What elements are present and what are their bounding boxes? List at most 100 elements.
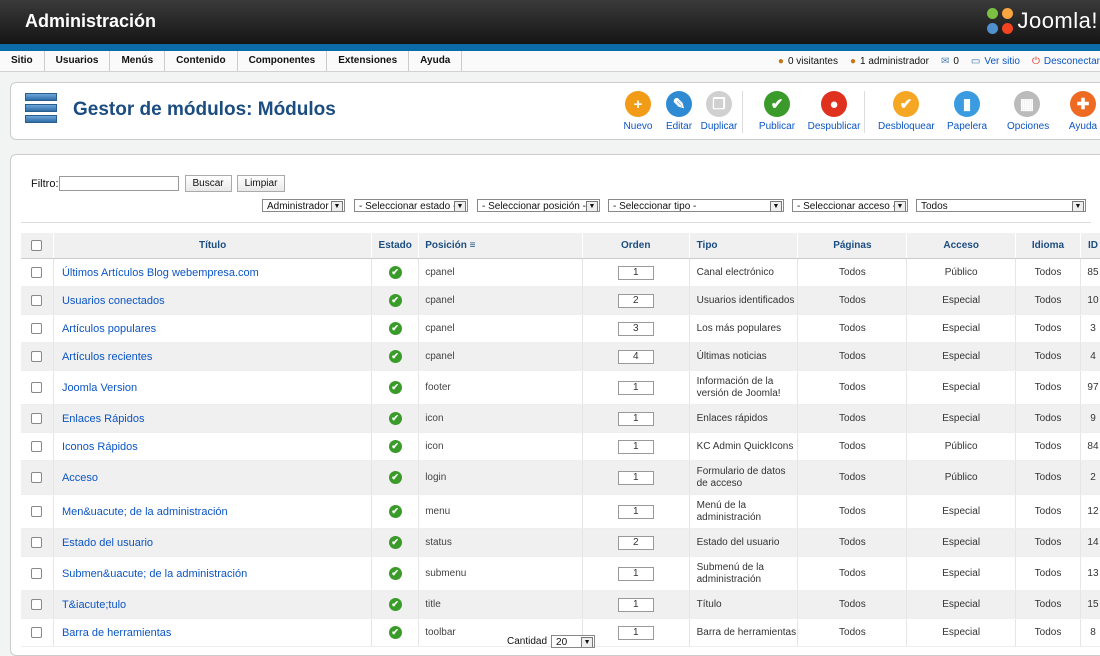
table-row[interactable]: Enlaces Rápidos ✔ icon 1 Enlaces rápidos Todo…: [21, 404, 1100, 433]
row-checkbox[interactable]: [31, 441, 43, 452]
table-row[interactable]: Últimos Artículos Blog webempresa.com ✔ cp…: [21, 258, 1100, 287]
order-input[interactable]: 2: [617, 535, 654, 550]
module-title-link[interactable]: Submen&uacute; de la administración: [55, 568, 247, 580]
row-checkbox[interactable]: [31, 568, 43, 579]
order-input[interactable]: 1: [617, 597, 654, 612]
col-position[interactable]: Posición ≡: [418, 233, 583, 259]
col-language[interactable]: Idioma: [1015, 233, 1081, 259]
table-row[interactable]: Artículos populares ✔ cpanel 3 Los más popul…: [21, 314, 1100, 343]
row-checkbox[interactable]: [31, 537, 43, 548]
row-checkbox[interactable]: [31, 599, 43, 610]
menu-item-0[interactable]: Sitio: [0, 51, 45, 71]
toolbar-opciones-button[interactable]: ▦ Opciones: [1007, 91, 1049, 132]
menu-item-3[interactable]: Contenido: [165, 51, 238, 71]
toolbar-nuevo-button[interactable]: + Nuevo: [618, 91, 658, 132]
module-title-link[interactable]: Usuarios conectados: [55, 295, 165, 307]
toolbar-publicar-button[interactable]: ✔ Publicar: [757, 91, 797, 132]
filter-select-5[interactable]: Todos ▼: [916, 199, 1086, 212]
published-icon[interactable]: ✔: [388, 266, 402, 279]
row-checkbox[interactable]: [31, 506, 43, 517]
module-title-link[interactable]: Iconos Rápidos: [55, 441, 138, 453]
row-checkbox[interactable]: [31, 295, 43, 306]
published-icon[interactable]: ✔: [388, 322, 402, 335]
col-pages[interactable]: Páginas: [797, 233, 908, 259]
module-title-link[interactable]: Artículos populares: [55, 323, 156, 335]
order-input[interactable]: 1: [617, 411, 654, 426]
row-checkbox[interactable]: [31, 323, 43, 334]
toolbar-papelera-button[interactable]: ▮ Papelera: [947, 91, 987, 132]
order-input[interactable]: 3: [617, 321, 654, 336]
filter-select-2[interactable]: - Seleccionar posición - ▼: [477, 199, 600, 212]
menu-item-1[interactable]: Usuarios: [45, 51, 111, 71]
filter-select-3[interactable]: - Seleccionar tipo - ▼: [608, 199, 784, 212]
published-icon[interactable]: ✔: [388, 567, 402, 580]
module-title-link[interactable]: Estado del usuario: [55, 537, 153, 549]
published-icon[interactable]: ✔: [388, 412, 402, 425]
order-input[interactable]: 1: [617, 504, 654, 519]
published-icon[interactable]: ✔: [388, 350, 402, 363]
order-input[interactable]: 1: [617, 566, 654, 581]
table-row[interactable]: T&iacute;tulo ✔ title 1 Título Todos Especial T…: [21, 590, 1100, 619]
toolbar-duplicar-button[interactable]: ❐ Duplicar: [699, 91, 739, 132]
row-checkbox[interactable]: [31, 413, 43, 424]
filter-select-4[interactable]: - Seleccionar acceso - ▼: [792, 199, 908, 212]
order-input[interactable]: 1: [617, 439, 654, 454]
row-checkbox[interactable]: [31, 267, 43, 278]
list-limit-select[interactable]: 20 ▼: [551, 635, 596, 648]
table-row[interactable]: Estado del usuario ✔ status 2 Estado del usu…: [21, 528, 1100, 557]
published-icon[interactable]: ✔: [388, 471, 402, 484]
published-icon[interactable]: ✔: [388, 598, 402, 611]
select-all-header[interactable]: [21, 233, 54, 259]
module-title-link[interactable]: Joomla Version: [55, 382, 137, 394]
filter-select-1[interactable]: - Seleccionar estado - ▼: [354, 199, 468, 212]
published-icon[interactable]: ✔: [388, 505, 402, 518]
menu-item-2[interactable]: Menús: [110, 51, 166, 71]
row-checkbox[interactable]: [31, 472, 43, 483]
table-row[interactable]: Usuarios conectados ✔ cpanel 2 Usuarios iden…: [21, 286, 1100, 315]
toolbar-ayuda-button[interactable]: ✚ Ayuda: [1068, 91, 1098, 132]
table-row[interactable]: Joomla Version ✔ footer 1 Información de la …: [21, 370, 1100, 405]
order-input[interactable]: 1: [617, 470, 654, 485]
module-title-link[interactable]: Artículos recientes: [55, 351, 152, 363]
module-title-link[interactable]: Acceso: [55, 472, 98, 484]
module-title-link[interactable]: Enlaces Rápidos: [55, 413, 145, 425]
menu-item-6[interactable]: Ayuda: [409, 51, 463, 71]
col-id[interactable]: ID: [1080, 233, 1100, 259]
search-button[interactable]: Buscar: [184, 175, 232, 192]
messages-status[interactable]: ✉ 0: [941, 56, 959, 67]
published-icon[interactable]: ✔: [388, 536, 402, 549]
order-input[interactable]: 1: [617, 380, 654, 395]
clear-button[interactable]: Limpiar: [236, 175, 286, 192]
col-access[interactable]: Acceso: [906, 233, 1017, 259]
published-icon[interactable]: ✔: [388, 381, 402, 394]
module-title-link[interactable]: Men&uacute; de la administración: [55, 506, 228, 518]
table-row[interactable]: Submen&uacute; de la administración ✔ subm…: [21, 556, 1100, 591]
table-row[interactable]: Artículos recientes ✔ cpanel 4 Últimas notic…: [21, 342, 1100, 371]
module-title-link[interactable]: Últimos Artículos Blog webempresa.com: [55, 267, 259, 279]
filter-input[interactable]: [58, 176, 179, 191]
logout-link[interactable]: ⏻ Desconectar: [1032, 56, 1100, 67]
module-title-link[interactable]: T&iacute;tulo: [55, 599, 126, 611]
row-checkbox[interactable]: [31, 351, 43, 362]
col-title[interactable]: Título: [53, 233, 373, 259]
toolbar-editar-button[interactable]: ✎ Editar: [659, 91, 699, 132]
col-status[interactable]: Estado: [371, 233, 420, 259]
toolbar-despublicar-button[interactable]: ● Despublicar: [807, 91, 861, 132]
col-order[interactable]: Orden: [582, 233, 690, 259]
row-checkbox[interactable]: [31, 382, 43, 393]
menu-item-5[interactable]: Extensiones: [327, 51, 410, 71]
order-input[interactable]: 4: [617, 349, 654, 364]
published-icon[interactable]: ✔: [388, 294, 402, 307]
order-input[interactable]: 1: [617, 265, 654, 280]
view-site-link[interactable]: ▭ Ver sitio: [971, 56, 1020, 67]
menu-item-4[interactable]: Componentes: [238, 51, 328, 71]
published-icon[interactable]: ✔: [388, 440, 402, 453]
col-type[interactable]: Tipo: [689, 233, 799, 259]
table-row[interactable]: Acceso ✔ login 1 Formulario de datos de acce…: [21, 460, 1100, 495]
table-row[interactable]: Iconos Rápidos ✔ icon 1 KC Admin QuickIcons T…: [21, 432, 1100, 461]
select-all-checkbox[interactable]: [31, 240, 43, 251]
order-input[interactable]: 2: [617, 293, 654, 308]
filter-select-0[interactable]: Administrador ▼: [262, 199, 345, 212]
toolbar-desbloquear-button[interactable]: ✔ Desbloquear: [878, 91, 935, 132]
table-row[interactable]: Men&uacute; de la administración ✔ menu 1 Me…: [21, 494, 1100, 529]
